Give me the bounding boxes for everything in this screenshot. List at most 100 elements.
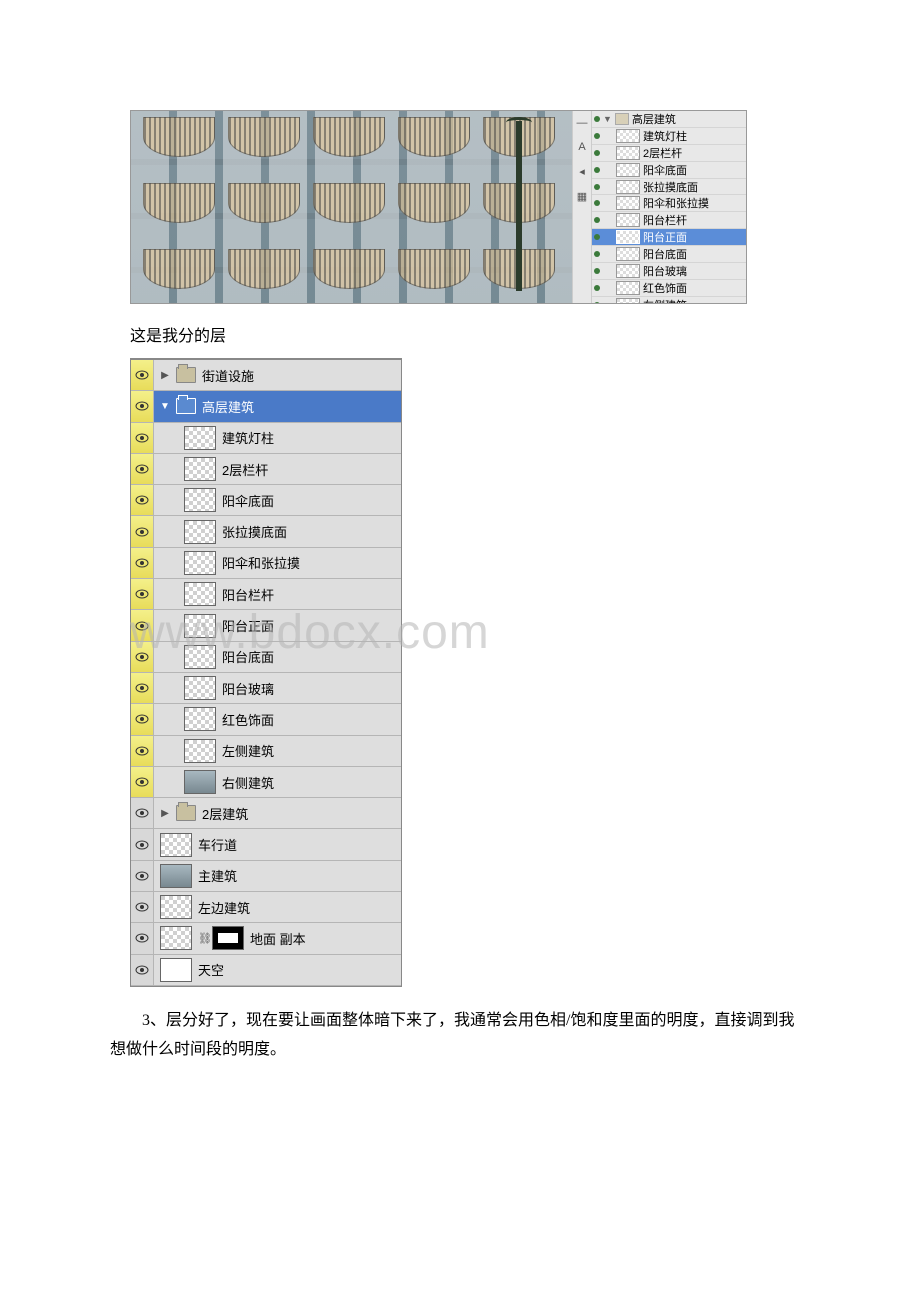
layer-row[interactable]: 阳伞和张拉摸 (131, 548, 401, 579)
layer-label: 左边建筑 (198, 898, 250, 917)
mini-layer-label: 阳台栏杆 (643, 212, 687, 228)
layer-thumbnail (184, 457, 216, 481)
layer-row[interactable]: 阳伞底面 (131, 485, 401, 516)
mini-layer-row[interactable]: 阳台底面 (592, 246, 746, 263)
layer-row[interactable]: 建筑灯柱 (131, 423, 401, 454)
layer-row[interactable]: 右侧建筑 (131, 767, 401, 798)
layer-row-body: 阳台栏杆 (154, 579, 401, 609)
layer-row[interactable]: 主建筑 (131, 861, 401, 892)
layer-row-body: 右侧建筑 (154, 767, 401, 797)
layer-label: 建筑灯柱 (222, 428, 274, 447)
expand-icon: ▼ (603, 114, 612, 124)
layer-row-body: 阳台底面 (154, 642, 401, 672)
visibility-toggle[interactable] (131, 923, 154, 953)
visibility-toggle[interactable] (131, 704, 154, 734)
mini-layer-row[interactable]: 建筑灯柱 (592, 128, 746, 145)
layer-thumbnail (184, 426, 216, 450)
mini-layer-row[interactable]: 阳台栏杆 (592, 212, 746, 229)
layer-row-body: ⛓地面 副本 (154, 923, 401, 953)
layer-row-body: 阳伞和张拉摸 (154, 548, 401, 578)
tool-icon: — (577, 117, 588, 129)
visibility-toggle[interactable] (131, 861, 154, 891)
chevron-down-icon[interactable]: ▼ (160, 401, 170, 412)
layer-thumbnail (160, 895, 192, 919)
visibility-toggle[interactable] (131, 516, 154, 546)
layer-group-row[interactable]: ▶街道设施 (131, 360, 401, 391)
visibility-toggle[interactable] (131, 360, 154, 390)
mini-layer-label: 建筑灯柱 (643, 128, 687, 144)
layer-row-body: 建筑灯柱 (154, 423, 401, 453)
visibility-toggle[interactable] (131, 829, 154, 859)
layer-label: 右侧建筑 (222, 773, 274, 792)
mini-layer-row[interactable]: 阳伞和张拉摸 (592, 195, 746, 212)
layer-row[interactable]: 张拉摸底面 (131, 516, 401, 547)
visibility-toggle[interactable] (131, 736, 154, 766)
mini-layer-row[interactable]: 张拉摸底面 (592, 179, 746, 196)
chevron-right-icon[interactable]: ▶ (160, 370, 170, 381)
lamppost (516, 121, 522, 291)
layer-group-row[interactable]: ▶ 2层建筑 (131, 798, 401, 829)
layer-row[interactable]: 阳台底面 (131, 642, 401, 673)
layer-row-body: ▶街道设施 (154, 360, 401, 390)
visibility-toggle[interactable] (131, 485, 154, 515)
layer-row[interactable]: 红色饰面 (131, 704, 401, 735)
layer-thumbnail (184, 770, 216, 794)
layer-thumb (616, 213, 640, 227)
layer-label: 2层栏杆 (222, 460, 268, 479)
visibility-toggle[interactable] (131, 610, 154, 640)
layer-thumb (616, 298, 640, 303)
folder-icon (176, 367, 196, 383)
visibility-toggle[interactable] (131, 955, 154, 985)
layer-group-row[interactable]: ▼ 高层建筑 (131, 391, 401, 422)
mini-layer-row[interactable]: 左侧建筑 (592, 297, 746, 303)
layer-mask-thumbnail (212, 926, 244, 950)
visibility-toggle[interactable] (131, 798, 154, 828)
mini-layer-label: 红色饰面 (643, 280, 687, 296)
layer-row[interactable]: 左侧建筑 (131, 736, 401, 767)
layer-label: 高层建筑 (202, 397, 254, 416)
visibility-toggle[interactable] (131, 548, 154, 578)
visibility-toggle[interactable] (131, 579, 154, 609)
mini-layer-row[interactable]: 阳台玻璃 (592, 263, 746, 280)
mini-layer-label: 2层栏杆 (643, 145, 682, 161)
layer-thumbnail (184, 551, 216, 575)
layer-row[interactable]: 车行道 (131, 829, 401, 860)
side-layers-mini-panel: ▼高层建筑建筑灯柱2层栏杆阳伞底面张拉摸底面阳伞和张拉摸阳台栏杆阳台正面阳台底面… (591, 111, 746, 303)
layer-thumbnail (184, 707, 216, 731)
visibility-toggle[interactable] (131, 767, 154, 797)
visibility-toggle[interactable] (131, 454, 154, 484)
mini-layer-row[interactable]: 阳伞底面 (592, 162, 746, 179)
layer-thumbnail (160, 958, 192, 982)
layer-row[interactable]: 2层栏杆 (131, 454, 401, 485)
layer-row-body: 左边建筑 (154, 892, 401, 922)
layer-row[interactable]: ⛓地面 副本 (131, 923, 401, 954)
mini-layer-row[interactable]: 红色饰面 (592, 280, 746, 297)
layer-thumbnail (184, 520, 216, 544)
visibility-toggle[interactable] (131, 423, 154, 453)
layer-row[interactable]: 阳台正面 (131, 610, 401, 641)
side-tools: — A ◂ ▦ (572, 111, 591, 303)
layer-row[interactable]: 阳台栏杆 (131, 579, 401, 610)
visibility-toggle[interactable] (131, 892, 154, 922)
chevron-right-icon[interactable]: ▶ (160, 808, 170, 819)
mini-layer-label: 左侧建筑 (643, 297, 687, 303)
mini-layer-row[interactable]: 阳台正面 (592, 229, 746, 246)
layer-thumbnail (184, 645, 216, 669)
layer-label: 天空 (198, 960, 224, 979)
layer-label: 阳台栏杆 (222, 585, 274, 604)
layer-label: 2层建筑 (202, 804, 248, 823)
layer-row[interactable]: 左边建筑 (131, 892, 401, 923)
visibility-toggle[interactable] (131, 391, 154, 421)
mini-layer-row[interactable]: 2层栏杆 (592, 145, 746, 162)
layer-row[interactable]: 天空 (131, 955, 401, 986)
layer-label: 张拉摸底面 (222, 522, 287, 541)
visibility-toggle[interactable] (131, 673, 154, 703)
layer-row-body: 红色饰面 (154, 704, 401, 734)
mini-group-row[interactable]: ▼高层建筑 (592, 111, 746, 128)
building-photo (131, 111, 572, 303)
layer-row-body: 阳台玻璃 (154, 673, 401, 703)
visibility-toggle[interactable] (131, 642, 154, 672)
layer-row[interactable]: 阳台玻璃 (131, 673, 401, 704)
link-icon: ⛓ (198, 932, 206, 945)
layer-row-body: 左侧建筑 (154, 736, 401, 766)
